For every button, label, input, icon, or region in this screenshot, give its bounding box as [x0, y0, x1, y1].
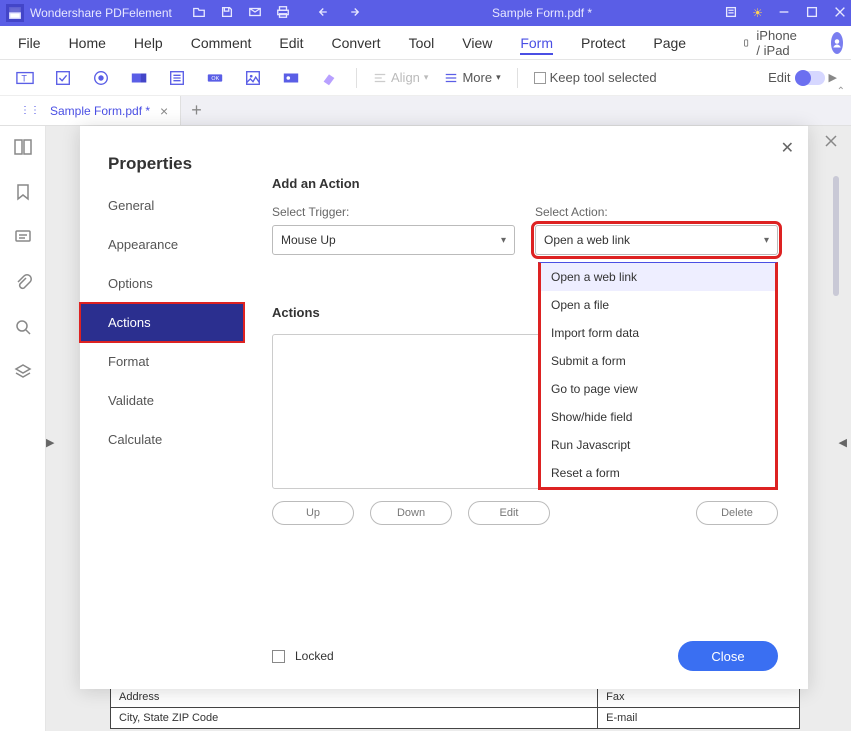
collapse-ribbon-icon[interactable]: ⌃ [837, 86, 845, 97]
bookmark-icon[interactable] [14, 183, 32, 204]
maximize-icon[interactable] [805, 5, 819, 22]
chevron-down-icon: ▾ [764, 235, 769, 246]
delete-button[interactable]: Delete [696, 501, 778, 525]
properties-title: Properties [80, 154, 244, 186]
tab-appearance[interactable]: Appearance [80, 225, 244, 264]
combo-field-icon[interactable] [128, 67, 150, 89]
menu-page[interactable]: Page [653, 35, 686, 51]
trigger-select[interactable]: Mouse Up▾ [272, 225, 515, 255]
action-option[interactable]: Run Javascript [541, 431, 775, 459]
edit-toggle[interactable]: Edit ▶ [768, 70, 837, 85]
action-option[interactable]: Open a file [541, 291, 775, 319]
app-name: Wondershare PDFelement [30, 6, 172, 20]
expand-left-icon[interactable]: ▶ [46, 436, 54, 449]
menu-edit[interactable]: Edit [279, 35, 303, 51]
title-bar: Wondershare PDFelement Sample Form.pdf *… [0, 0, 851, 26]
search-icon[interactable] [14, 318, 32, 339]
more-dropdown[interactable]: More ▾ [444, 70, 500, 85]
tab-calculate[interactable]: Calculate [80, 420, 244, 459]
trigger-label: Select Trigger: [272, 205, 515, 219]
thumbnails-icon[interactable] [14, 138, 32, 159]
up-button[interactable]: Up [272, 501, 354, 525]
form-toolbar: T OK Align ▾ More ▾ Keep tool selected E… [0, 60, 851, 96]
action-option[interactable]: Import form data [541, 319, 775, 347]
menu-help[interactable]: Help [134, 35, 163, 51]
menu-convert[interactable]: Convert [332, 35, 381, 51]
tab-options[interactable]: Options [80, 264, 244, 303]
edit-button[interactable]: Edit [468, 501, 550, 525]
properties-dialog: ✕ Properties General Appearance Options … [80, 126, 808, 689]
scrollbar-thumb[interactable] [833, 176, 839, 296]
properties-content: Add an Action Select Trigger: Mouse Up▾ … [272, 176, 778, 669]
attachment-icon[interactable] [14, 273, 32, 294]
tab-strip: ⋮⋮ Sample Form.pdf * × + [0, 96, 851, 126]
section-heading: Add an Action [272, 176, 778, 191]
redo-icon[interactable] [346, 5, 360, 22]
close-button[interactable]: Close [678, 641, 778, 671]
list-field-icon[interactable] [166, 67, 188, 89]
close-panel-icon[interactable] [811, 126, 851, 156]
print-icon[interactable] [276, 5, 290, 22]
action-dropdown-list: Open a web link Open a file Import form … [538, 262, 778, 490]
app-logo-icon [6, 4, 24, 22]
expand-right-icon[interactable]: ◀ [839, 436, 847, 449]
svg-text:OK: OK [211, 75, 219, 81]
menu-bar: File Home Help Comment Edit Convert Tool… [0, 26, 851, 60]
document-title: Sample Form.pdf * [360, 6, 724, 20]
checkbox-field-icon[interactable] [52, 67, 74, 89]
menu-comment[interactable]: Comment [191, 35, 252, 51]
action-label: Select Action: [535, 205, 778, 219]
svg-text:T: T [21, 73, 27, 83]
tab-actions[interactable]: Actions [80, 303, 244, 342]
mail-icon[interactable] [248, 5, 262, 22]
align-dropdown[interactable]: Align ▾ [373, 70, 428, 85]
properties-sidebar: Properties General Appearance Options Ac… [80, 126, 244, 689]
device-switch[interactable]: iPhone / iPad [742, 28, 802, 58]
keep-tool-checkbox[interactable]: Keep tool selected [534, 70, 657, 85]
signature-field-icon[interactable] [280, 67, 302, 89]
eraser-icon[interactable] [318, 67, 340, 89]
background-document: AddressFax City, State ZIP CodeE-mail [110, 686, 800, 729]
action-option[interactable]: Go to page view [541, 375, 775, 403]
save-icon[interactable] [220, 5, 234, 22]
theme-icon[interactable]: ☀ [752, 6, 763, 20]
menu-home[interactable]: Home [69, 35, 106, 51]
comments-icon[interactable] [14, 228, 32, 249]
menu-view[interactable]: View [462, 35, 492, 51]
dialog-close-icon[interactable]: ✕ [781, 138, 794, 158]
action-select[interactable]: Open a web link▾ [535, 225, 778, 255]
text-field-icon[interactable]: T [14, 67, 36, 89]
menu-tool[interactable]: Tool [409, 35, 435, 51]
button-field-icon[interactable]: OK [204, 67, 226, 89]
chevron-down-icon: ▾ [501, 235, 506, 246]
action-option[interactable]: Open a web link [541, 263, 775, 291]
menu-form[interactable]: Form [520, 35, 553, 55]
image-field-icon[interactable] [242, 67, 264, 89]
down-button[interactable]: Down [370, 501, 452, 525]
radio-field-icon[interactable] [90, 67, 112, 89]
action-option[interactable]: Reset a form [541, 459, 775, 487]
tab-format[interactable]: Format [80, 342, 244, 381]
close-window-icon[interactable] [833, 5, 847, 22]
tab-validate[interactable]: Validate [80, 381, 244, 420]
workspace: ▶ ◀ AddressFax City, State ZIP CodeE-mai… [0, 126, 851, 731]
menu-protect[interactable]: Protect [581, 35, 625, 51]
user-avatar-icon[interactable] [831, 32, 843, 54]
new-tab-button[interactable]: + [181, 100, 212, 121]
notes-icon[interactable] [724, 5, 738, 22]
left-rail [0, 126, 46, 731]
minimize-icon[interactable] [777, 5, 791, 22]
menu-file[interactable]: File [18, 35, 41, 51]
layers-icon[interactable] [14, 363, 32, 384]
action-option[interactable]: Show/hide field [541, 403, 775, 431]
action-option[interactable]: Submit a form [541, 347, 775, 375]
locked-checkbox[interactable]: Locked [272, 649, 334, 663]
tab-close-icon[interactable]: × [160, 103, 168, 119]
open-icon[interactable] [192, 5, 206, 22]
document-tab[interactable]: ⋮⋮ Sample Form.pdf * × [0, 96, 181, 125]
undo-icon[interactable] [318, 5, 332, 22]
tab-general[interactable]: General [80, 186, 244, 225]
